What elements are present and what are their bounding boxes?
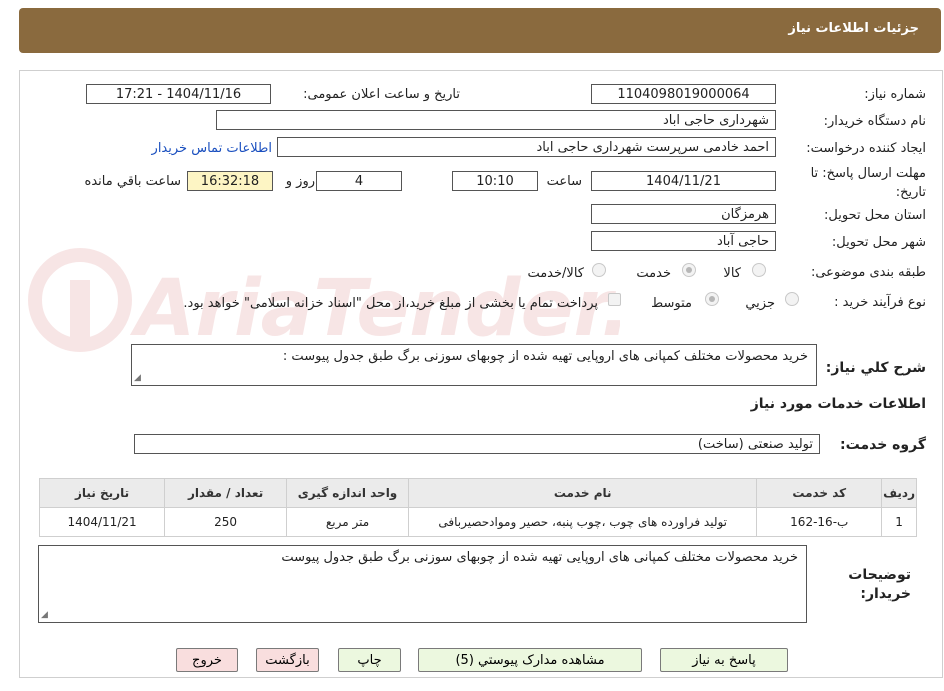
buyer-org-field: شهرداری حاجی اباد	[216, 110, 776, 130]
announce-date-label: تاریخ و ساعت اعلان عمومی:	[303, 87, 460, 102]
cell-row-number: 1	[881, 507, 917, 537]
col-header-row-number: ردیف	[881, 478, 917, 508]
category-radio-goods-service[interactable]	[592, 263, 606, 277]
description-textarea[interactable]: خرید محصولات مختلف کمپانی های اروپایی ته…	[131, 344, 817, 386]
remaining-days-field: 4	[316, 171, 402, 191]
exit-button[interactable]: خروج	[176, 648, 238, 672]
process-type-label: نوع فرآیند خرید :	[834, 295, 926, 310]
buyer-org-label: نام دستگاه خریدار:	[823, 114, 926, 129]
description-label: شرح کلي نیاز:	[825, 360, 926, 376]
category-radio-service[interactable]	[682, 263, 696, 277]
page-title: جزئیات اطلاعات نیاز	[788, 21, 919, 36]
buyer-contact-link[interactable]: اطلاعات تماس خریدار	[152, 141, 272, 156]
city-field: حاجی آباد	[591, 231, 776, 251]
treasury-note: پرداخت تمام یا بخشی از مبلغ خرید،از محل …	[183, 296, 598, 311]
requester-label: ایجاد کننده درخواست:	[806, 141, 926, 156]
page-header: جزئیات اطلاعات نیاز	[19, 8, 941, 53]
announce-date-field: 1404/11/16 - 17:21	[86, 84, 271, 104]
requester-field: احمد خادمی سرپرست شهرداری حاجی اباد	[277, 137, 776, 157]
need-number-label: شماره نیاز:	[864, 87, 926, 102]
col-header-unit: واحد اندازه گیری	[286, 478, 409, 508]
view-attachments-button[interactable]: مشاهده مدارک پیوستي (5)	[418, 648, 642, 672]
city-label: شهر محل تحویل:	[831, 235, 926, 250]
print-button[interactable]: چاپ	[338, 648, 401, 672]
deadline-time-field: 10:10	[452, 171, 538, 191]
need-number-field: 1104098019000064	[591, 84, 776, 104]
process-option-minor: جزیي	[745, 296, 775, 311]
buyer-notes-textarea[interactable]: خرید محصولات مختلف کمپانی های اروپایی ته…	[38, 545, 807, 623]
deadline-date-field: 1404/11/21	[591, 171, 776, 191]
process-radio-medium[interactable]	[705, 292, 719, 306]
buyer-notes-label-2: خریدار:	[860, 586, 911, 602]
remaining-time-field: 16:32:18	[187, 171, 273, 191]
category-option-goods-service: کالا/خدمت	[527, 266, 584, 281]
cell-need-date: 1404/11/21	[38, 507, 166, 537]
cell-unit: متر مربع	[286, 507, 409, 537]
deadline-time-label: ساعت	[546, 174, 582, 189]
category-option-goods: کالا	[723, 266, 741, 281]
table-row: 1 ب-16-162 تولید فراورده های چوب ،چوب پن…	[38, 507, 917, 537]
cell-quantity: 250	[164, 507, 288, 537]
remaining-time-label: ساعت باقي مانده	[84, 174, 181, 189]
process-radio-minor[interactable]	[785, 292, 799, 306]
cell-service-name: تولید فراورده های چوب ،چوب پنبه، حصیر وم…	[407, 507, 758, 537]
back-button[interactable]: بازگشت	[256, 648, 319, 672]
col-header-quantity: تعداد / مقدار	[164, 478, 288, 508]
service-group-field: تولید صنعتی (ساخت)	[134, 434, 820, 454]
buyer-notes-text: خرید محصولات مختلف کمپانی های اروپایی ته…	[281, 550, 798, 565]
services-table: ردیف کد خدمت نام خدمت واحد اندازه گیری ت…	[38, 478, 917, 537]
days-label: روز و	[285, 174, 315, 189]
col-header-service-code: کد خدمت	[756, 478, 883, 508]
deadline-label-date: تاریخ:	[895, 185, 926, 200]
process-option-medium: متوسط	[651, 296, 692, 311]
province-field: هرمزگان	[591, 204, 776, 224]
category-label: طبقه بندی موضوعی:	[810, 265, 926, 280]
deadline-label: مهلت ارسال پاسخ: تا	[810, 166, 926, 181]
treasury-checkbox[interactable]	[608, 293, 621, 306]
description-text: خرید محصولات مختلف کمپانی های اروپایی ته…	[282, 349, 808, 364]
services-section-title: اطلاعات خدمات مورد نیاز	[750, 396, 926, 412]
category-option-service: خدمت	[636, 266, 671, 281]
buyer-notes-label: توضیحات	[848, 567, 911, 583]
table-header-row: ردیف کد خدمت نام خدمت واحد اندازه گیری ت…	[38, 478, 917, 508]
resize-grip-icon[interactable]: ◢	[41, 610, 48, 620]
service-group-label: گروه خدمت:	[840, 437, 926, 453]
resize-grip-icon[interactable]: ◢	[134, 373, 141, 383]
cell-service-code: ب-16-162	[756, 507, 883, 537]
col-header-need-date: تاریخ نیاز	[38, 478, 166, 508]
category-radio-goods[interactable]	[752, 263, 766, 277]
reply-button[interactable]: پاسخ به نیاز	[660, 648, 788, 672]
col-header-service-name: نام خدمت	[407, 478, 758, 508]
province-label: استان محل تحویل:	[824, 208, 926, 223]
